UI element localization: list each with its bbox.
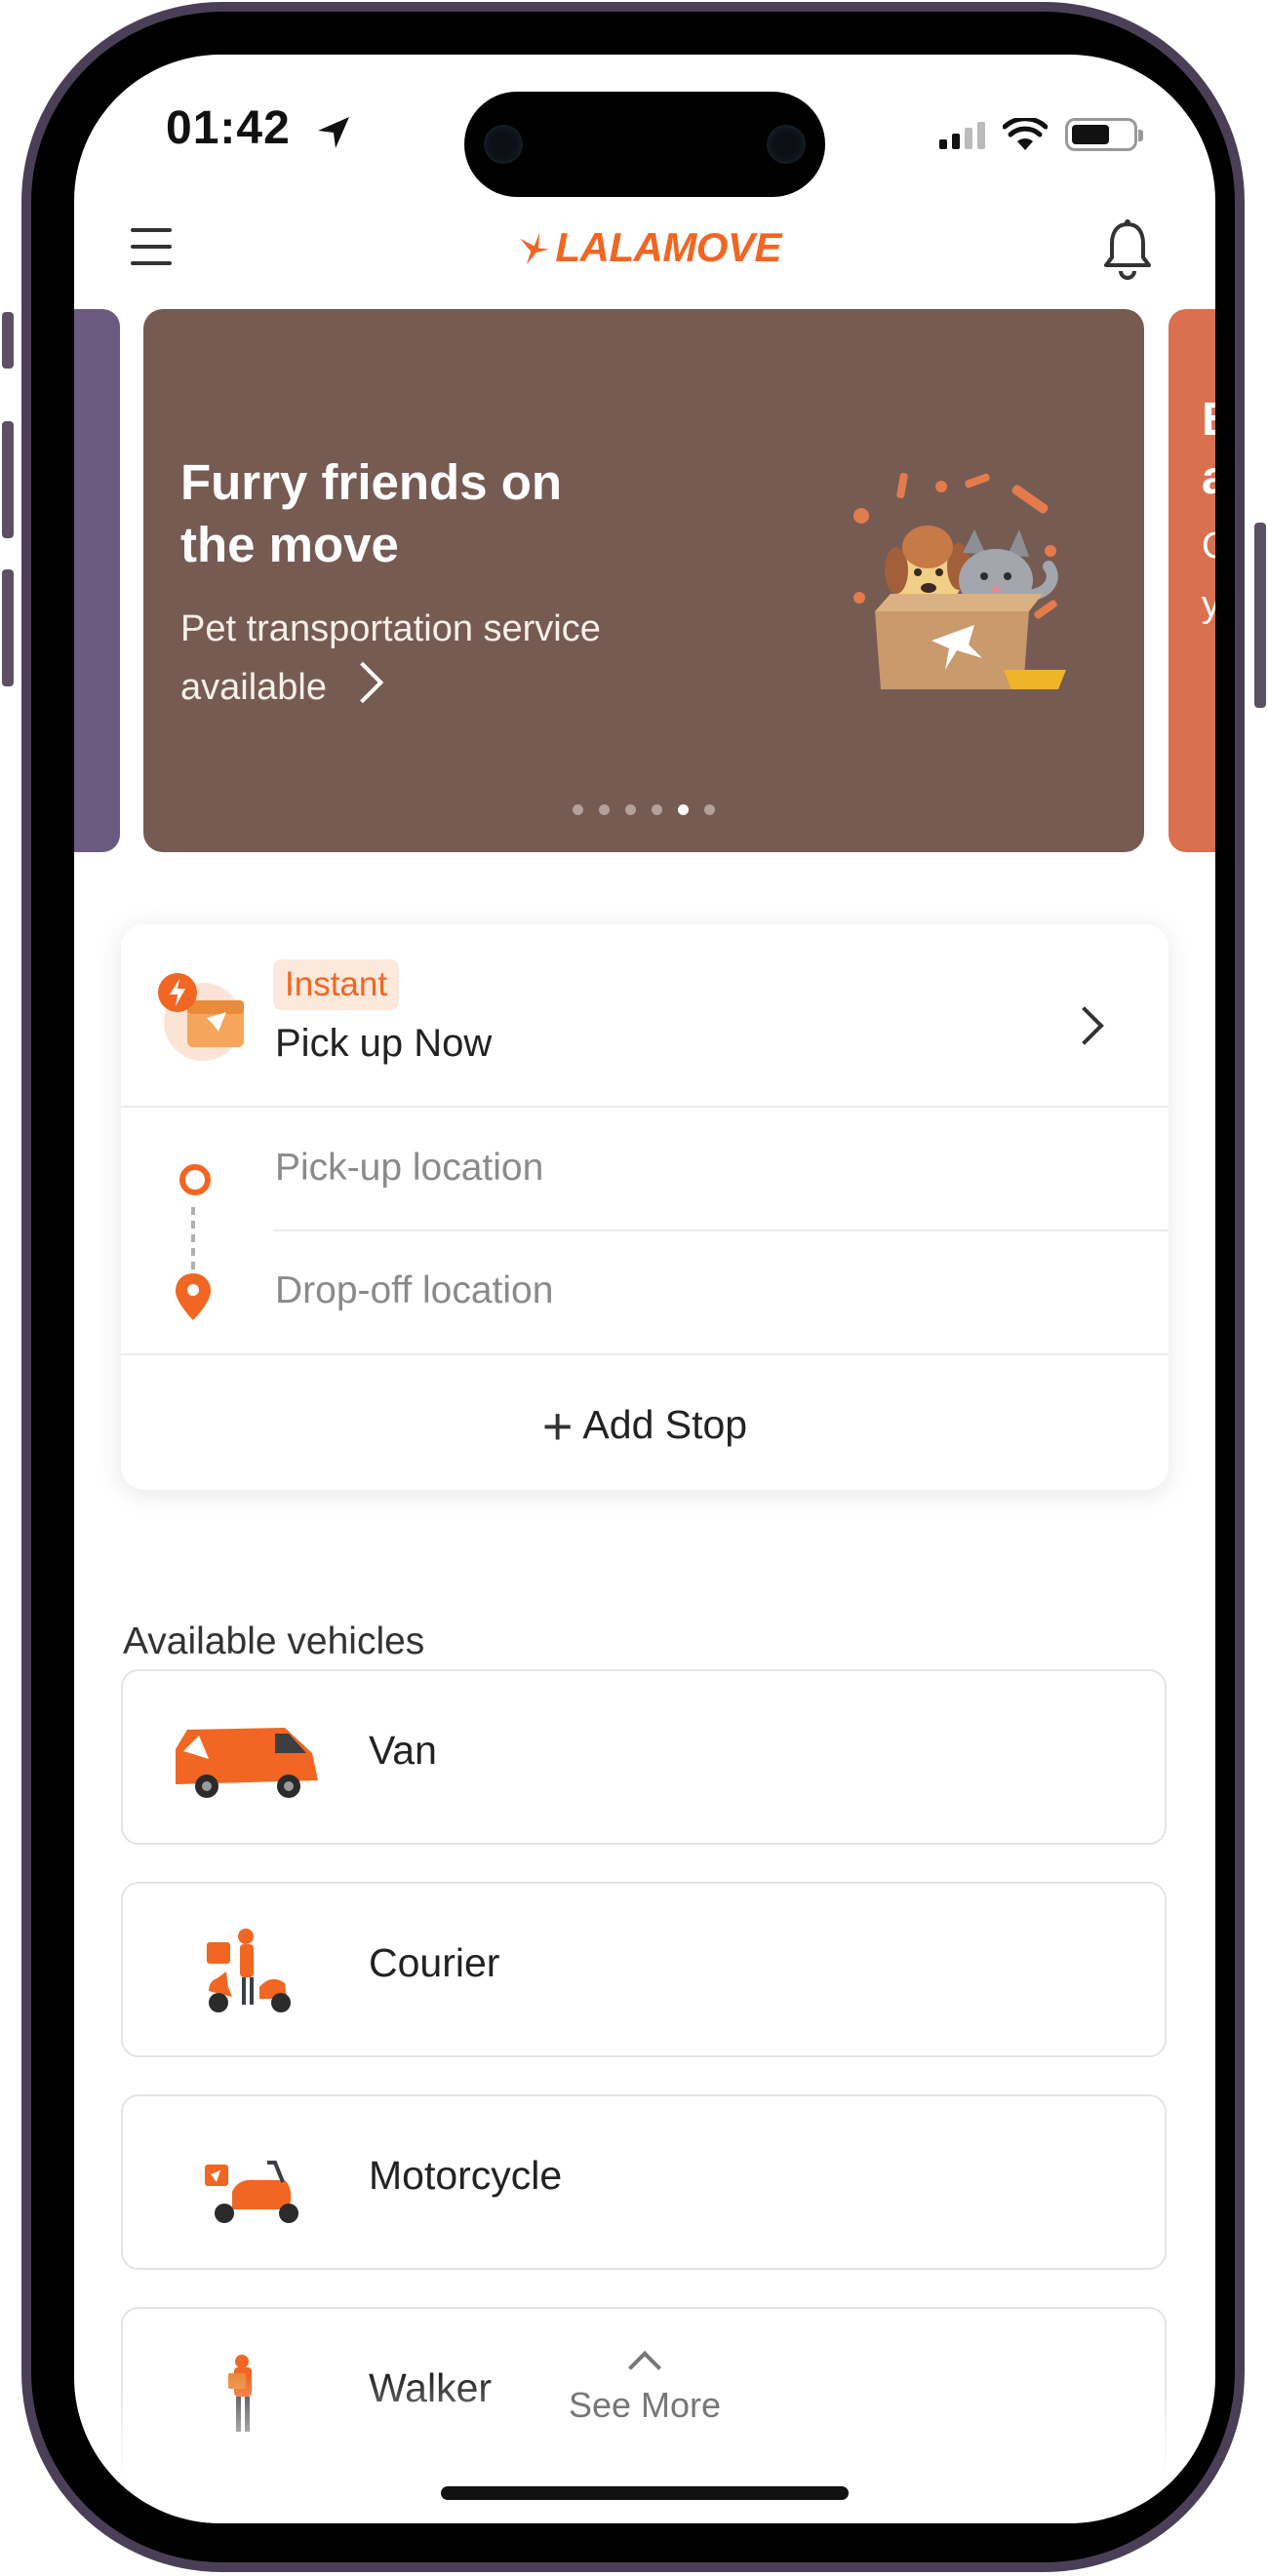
vehicle-option-courier[interactable]: Courier (121, 1882, 1167, 2057)
carousel-dot-active[interactable] (678, 804, 689, 815)
next-banner-sub-peek: C (1202, 526, 1215, 566)
logo-wordmark: LALAMOVE (555, 224, 781, 270)
volume-up-button (2, 421, 14, 538)
next-banner-card[interactable]: B a C y (1169, 309, 1215, 852)
divider (273, 1229, 1169, 1231)
carousel-dot[interactable] (704, 804, 715, 815)
service-selector[interactable]: Instant Pick up Now (121, 924, 1169, 1106)
instant-badge: Instant (273, 959, 400, 1010)
route-connector (191, 1207, 195, 1271)
next-banner-title-peek: B (1202, 393, 1215, 447)
van-icon (176, 1728, 318, 1798)
power-button (1254, 523, 1266, 708)
battery-icon (1065, 118, 1143, 151)
dropoff-location-input[interactable]: Drop-off location (275, 1269, 553, 1312)
previous-banner-card[interactable] (74, 309, 120, 852)
status-icons (939, 115, 1143, 154)
vehicle-label: Motorcycle (369, 2153, 563, 2198)
vehicle-label: Courier (369, 1940, 500, 1985)
carousel-dot[interactable] (652, 804, 662, 815)
divider (121, 1353, 1169, 1355)
carousel-dot[interactable] (599, 804, 610, 815)
chevron-up-icon (628, 2351, 661, 2384)
hamburger-menu-icon[interactable] (131, 228, 174, 271)
carousel-dot[interactable] (625, 804, 636, 815)
pickup-pin-icon (179, 1164, 211, 1195)
chevron-right-icon (341, 661, 384, 704)
bird-logo-icon (520, 233, 550, 265)
pet-transport-banner[interactable]: Furry friends on the move Pet transporta… (143, 309, 1144, 852)
status-time: 01:42 (166, 102, 291, 154)
vehicle-label: Van (369, 1728, 437, 1773)
next-banner-title-peek: a (1202, 452, 1215, 504)
volume-down-button (2, 569, 14, 686)
banner-title: Furry friends on the move (180, 454, 563, 572)
service-title: Pick up Now (275, 1022, 493, 1065)
add-stop-button[interactable]: + Add Stop (121, 1396, 1169, 1457)
next-banner-sub-peek: y (1202, 584, 1215, 625)
chevron-right-icon (1065, 1006, 1104, 1045)
dropoff-pin-icon (176, 1273, 211, 1320)
side-button (2, 312, 14, 369)
see-more-label: See More (568, 2385, 722, 2425)
instant-delivery-icon (158, 973, 244, 1061)
wifi-icon (1003, 118, 1048, 150)
divider (121, 1106, 1169, 1108)
lalamove-logo: LALAMOVE (518, 213, 781, 283)
carousel-dot[interactable] (573, 804, 583, 815)
home-indicator[interactable] (441, 2486, 849, 2500)
vehicle-option-van[interactable]: Van (121, 1669, 1167, 1845)
section-title: Available vehicles (123, 1620, 425, 1662)
courier-icon (207, 1929, 291, 2012)
dynamic-island (464, 92, 825, 197)
order-card: Instant Pick up Now Pick-up location Dro… (121, 924, 1169, 1490)
pickup-location-input[interactable]: Pick-up location (275, 1147, 543, 1190)
pet-box-illustration (853, 472, 1066, 689)
banner-subtitle-text: Pet transportation service available (180, 608, 601, 708)
notification-bell-icon[interactable] (1100, 218, 1155, 281)
banner-subtitle[interactable]: Pet transportation service available (180, 600, 727, 717)
cellular-signal-icon (939, 120, 985, 149)
carousel-pagination (573, 804, 715, 815)
motorcycle-icon (205, 2161, 298, 2223)
plus-icon: + (541, 1397, 574, 1456)
see-more-button[interactable]: See More (567, 2351, 723, 2426)
vehicle-option-motorcycle[interactable]: Motorcycle (121, 2094, 1167, 2270)
add-stop-label: Add Stop (582, 1402, 748, 1447)
app-screen: 01:42 LALAMOVE Furry friends on the move… (74, 55, 1215, 2523)
location-arrow-icon (318, 117, 349, 148)
